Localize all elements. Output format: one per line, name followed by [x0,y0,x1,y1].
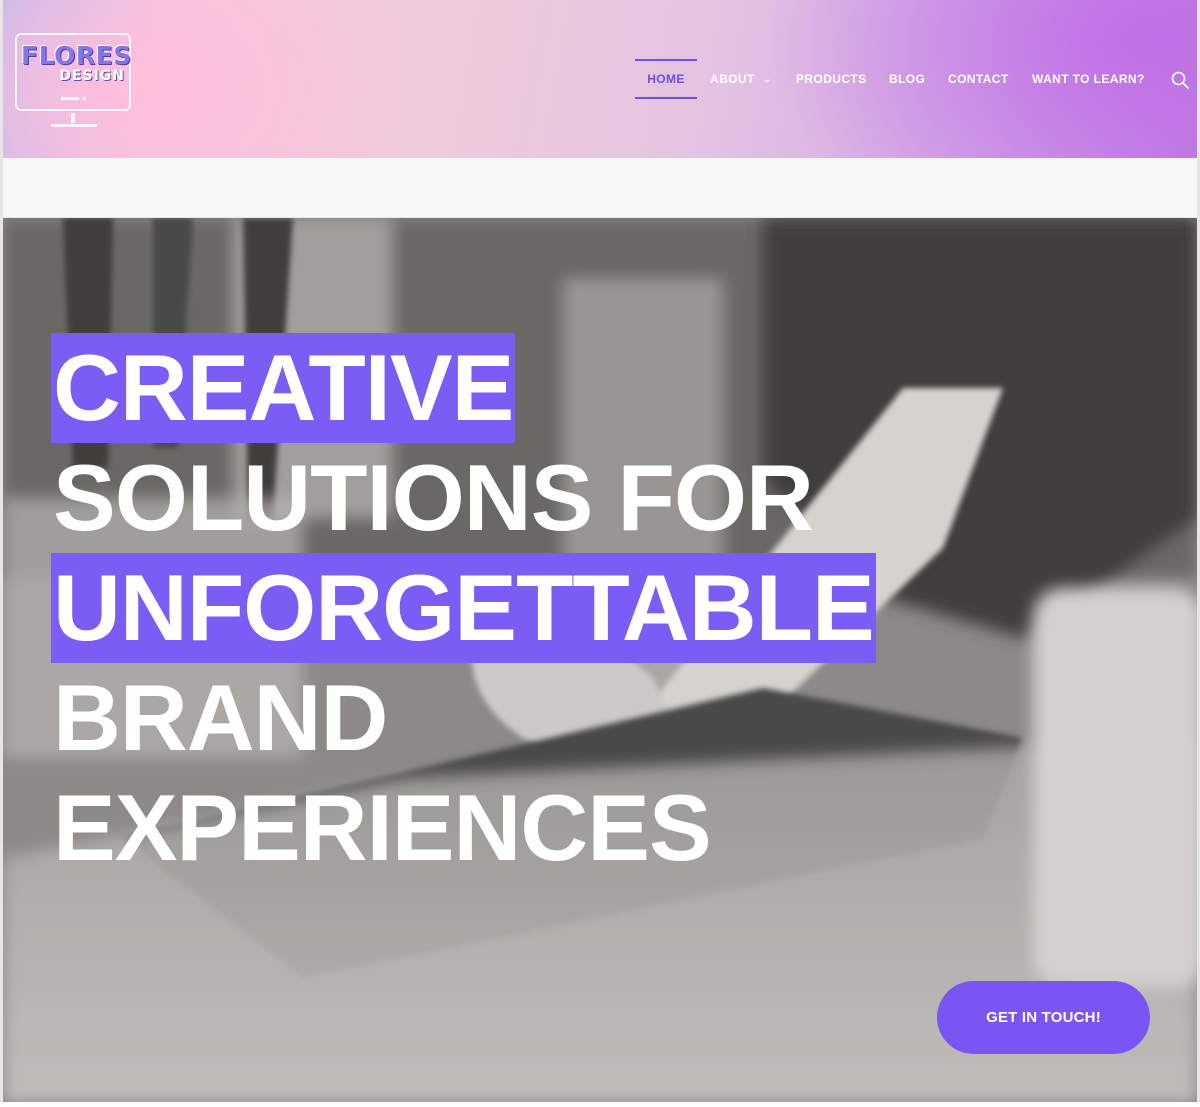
search-icon[interactable] [1170,70,1190,90]
hero-line-text: SOLUTIONS FOR [53,445,814,550]
hero-line-3: UNFORGETTABLE [51,553,951,663]
hero-line-text: UNFORGETTABLE [51,553,876,663]
monitor-stand [71,113,75,123]
nav-item-label: BLOG [889,72,926,86]
nav-item-products[interactable]: PRODUCTS [796,59,867,99]
monitor-icon [61,97,79,100]
monitor-led [83,97,86,100]
nav-item-label: HOME [647,72,685,86]
nav-item-want-to-learn[interactable]: WANT TO LEARN? [1032,59,1145,99]
header-spacer [3,158,1197,218]
nav-item-label: ABOUT [710,72,755,86]
hero-line-2: SOLUTIONS FOR [51,443,951,553]
hero-line-text: CREATIVE [51,333,516,443]
nav-item-blog[interactable]: BLOG [889,59,925,99]
monitor-base [51,124,97,127]
nav-item-label: PRODUCTS [796,72,867,86]
hero-line-1: CREATIVE [51,333,951,443]
nav-item-label: CONTACT [948,72,1009,86]
hero-line-text: BRAND [53,665,388,770]
hero-section: CREATIVE SOLUTIONS FOR UNFORGETTABLE BRA… [3,218,1197,1102]
hero-line-5: EXPERIENCES [51,773,951,883]
nav-item-label: WANT TO LEARN? [1032,72,1145,86]
hero-line-4: BRAND [51,663,951,773]
nav-item-contact[interactable]: CONTACT [948,59,1009,99]
logo-text-design: DESIGN [59,68,125,84]
get-in-touch-button[interactable]: GET IN TOUCH! [937,981,1150,1054]
hero-line-text: EXPERIENCES [53,775,712,880]
page-bottom-edge [0,1102,1200,1107]
site-logo[interactable]: FLORES DESIGN [15,33,132,127]
hero-headline: CREATIVE SOLUTIONS FOR UNFORGETTABLE BRA… [51,333,951,883]
nav-item-about[interactable]: ABOUT ⌄ [710,59,771,99]
nav-item-home[interactable]: HOME [635,59,697,99]
chevron-down-icon[interactable]: ⌄ [763,60,772,100]
logo-text-flores: FLORES [21,41,132,70]
site-header: FLORES DESIGN HOME ABOUT ⌄ PRODUCTS BLOG … [3,0,1197,158]
